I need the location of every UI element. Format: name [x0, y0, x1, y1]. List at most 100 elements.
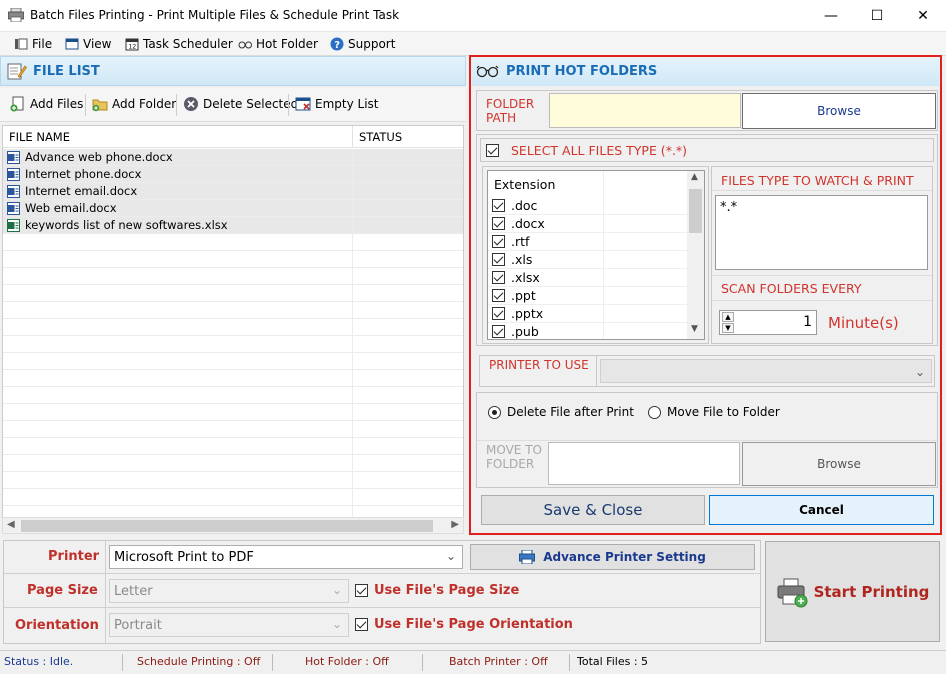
extension-item[interactable]: .ppt: [488, 287, 688, 305]
add-folder-button[interactable]: Add Folder: [92, 96, 176, 112]
table-row: [3, 302, 463, 319]
maximize-button[interactable]: ☐: [854, 0, 900, 31]
checkbox-checked-icon[interactable]: [355, 584, 368, 597]
printer-dropdown[interactable]: Microsoft Print to PDF ⌄: [109, 545, 463, 569]
delete-selected-button[interactable]: Delete Selected: [183, 96, 298, 112]
delete-after-print-radio[interactable]: Delete File after Print: [488, 405, 634, 419]
status-text: Status : Idle.: [4, 655, 74, 668]
extension-item[interactable]: .rtf: [488, 233, 688, 251]
scroll-left-icon[interactable]: ◀: [7, 519, 15, 530]
scroll-up-icon[interactable]: ▲: [691, 172, 698, 182]
page-size-dropdown[interactable]: Letter ⌄: [109, 579, 349, 603]
minimize-button[interactable]: —: [808, 0, 854, 31]
save-close-button[interactable]: Save & Close: [481, 495, 705, 525]
file-list-table[interactable]: FILE NAME STATUS Advance web phone.docx I…: [2, 125, 464, 518]
scroll-down-icon[interactable]: ▼: [691, 324, 698, 334]
extension-item[interactable]: .doc: [488, 197, 688, 215]
table-row: [3, 285, 463, 302]
folder-path-input[interactable]: [549, 93, 741, 128]
column-divider: [352, 455, 353, 472]
move-to-folder-radio[interactable]: Move File to Folder: [648, 405, 780, 419]
extension-item[interactable]: .pptx: [488, 305, 688, 323]
browse-move-folder-button[interactable]: Browse: [742, 442, 936, 486]
empty-list-button[interactable]: Empty List: [295, 96, 379, 112]
table-row[interactable]: keywords list of new softwares.xlsx: [3, 217, 463, 234]
column-divider: [352, 302, 353, 319]
menu-hot-folder[interactable]: Hot Folder: [238, 35, 318, 53]
menu-support[interactable]: ? Support: [330, 35, 395, 53]
column-divider: [352, 421, 353, 438]
close-button[interactable]: ✕: [900, 0, 946, 31]
checkbox-checked-icon[interactable]: [492, 235, 505, 248]
orientation-dropdown[interactable]: Portrait ⌄: [109, 613, 349, 637]
menu-view[interactable]: View: [65, 35, 111, 53]
checkbox-checked-icon[interactable]: [492, 307, 505, 320]
glasses-icon: [476, 65, 499, 78]
extension-label: .rtf: [511, 234, 530, 249]
table-row: [3, 421, 463, 438]
radio-selected-icon[interactable]: [488, 405, 501, 419]
radio-unselected-icon[interactable]: [648, 405, 661, 419]
table-row[interactable]: Internet phone.docx: [3, 166, 463, 183]
checkbox-checked-icon[interactable]: [492, 289, 505, 302]
scan-interval-value: 1: [803, 314, 812, 330]
stepper-up-icon[interactable]: ▲: [722, 312, 734, 322]
extension-scrollbar[interactable]: ▲ ▼: [687, 171, 704, 339]
start-printing-button[interactable]: Start Printing: [765, 541, 940, 642]
scroll-right-icon[interactable]: ▶: [451, 519, 459, 530]
extension-list[interactable]: Extension .doc .docx .rtf .xls .xlsx .ppt .ppt…: [487, 170, 705, 340]
select-all-check-icon[interactable]: [486, 144, 499, 157]
use-file-orientation-checkbox[interactable]: Use File's Page Orientation: [355, 617, 573, 632]
scan-interval-stepper[interactable]: ▲ ▼ 1: [719, 310, 817, 335]
printer-to-use-dropdown[interactable]: ⌄: [600, 359, 932, 383]
checkbox-checked-icon[interactable]: [492, 217, 505, 230]
watch-types-label: FILES TYPE TO WATCH & PRINT: [721, 173, 914, 188]
table-row: [3, 387, 463, 404]
watch-types-textarea[interactable]: *.*: [715, 195, 928, 270]
column-file-name[interactable]: FILE NAME: [9, 130, 70, 144]
app-printer-icon: [8, 8, 24, 22]
select-all-checkbox[interactable]: SELECT ALL FILES TYPE (*.*): [486, 143, 687, 158]
table-row[interactable]: Advance web phone.docx: [3, 149, 463, 166]
menu-file[interactable]: File: [14, 35, 52, 53]
move-folder-input[interactable]: [548, 442, 740, 485]
horizontal-scrollbar[interactable]: ◀ ▶: [2, 517, 464, 534]
table-row[interactable]: Internet email.docx: [3, 183, 463, 200]
advance-printer-setting-button[interactable]: Advance Printer Setting: [470, 544, 755, 570]
table-row: [3, 438, 463, 455]
checkbox-checked-icon[interactable]: [355, 618, 368, 631]
column-divider: [603, 287, 604, 305]
column-divider: [352, 438, 353, 455]
extension-item[interactable]: .xlsx: [488, 269, 688, 287]
cancel-button[interactable]: Cancel: [709, 495, 934, 525]
scroll-thumb[interactable]: [21, 520, 433, 532]
menu-task-scheduler[interactable]: 12 Task Scheduler: [125, 35, 233, 53]
checkbox-checked-icon[interactable]: [492, 271, 505, 284]
table-row: [3, 268, 463, 285]
column-divider: [352, 166, 353, 183]
browse-folder-button[interactable]: Browse: [742, 93, 936, 129]
checkbox-checked-icon[interactable]: [492, 199, 505, 212]
extension-item[interactable]: .pub: [488, 323, 688, 339]
chevron-down-icon: ⌄: [914, 365, 925, 379]
status-bar: Status : Idle. Schedule Printing : Off H…: [0, 650, 946, 674]
scroll-thumb[interactable]: [689, 189, 702, 233]
extension-item[interactable]: .docx: [488, 215, 688, 233]
table-row: [3, 353, 463, 370]
stepper-down-icon[interactable]: ▼: [722, 323, 734, 333]
use-file-page-size-checkbox[interactable]: Use File's Page Size: [355, 583, 519, 598]
extension-item[interactable]: .xls: [488, 251, 688, 269]
table-row[interactable]: Web email.docx: [3, 200, 463, 217]
table-row: [3, 234, 463, 251]
status-divider: [569, 654, 570, 671]
printer-label: Printer: [48, 549, 100, 564]
checkbox-checked-icon[interactable]: [492, 253, 505, 266]
file-list-toolbar: Add Files Add Folder Delete Selected Emp…: [0, 88, 466, 122]
add-files-button[interactable]: Add Files: [10, 96, 83, 112]
column-status[interactable]: STATUS: [359, 130, 402, 144]
column-divider: [352, 285, 353, 302]
checkbox-checked-icon[interactable]: [492, 325, 505, 338]
add-folder-icon: [92, 99, 108, 112]
file-list-title: FILE LIST: [33, 64, 100, 79]
table-row: [3, 336, 463, 353]
